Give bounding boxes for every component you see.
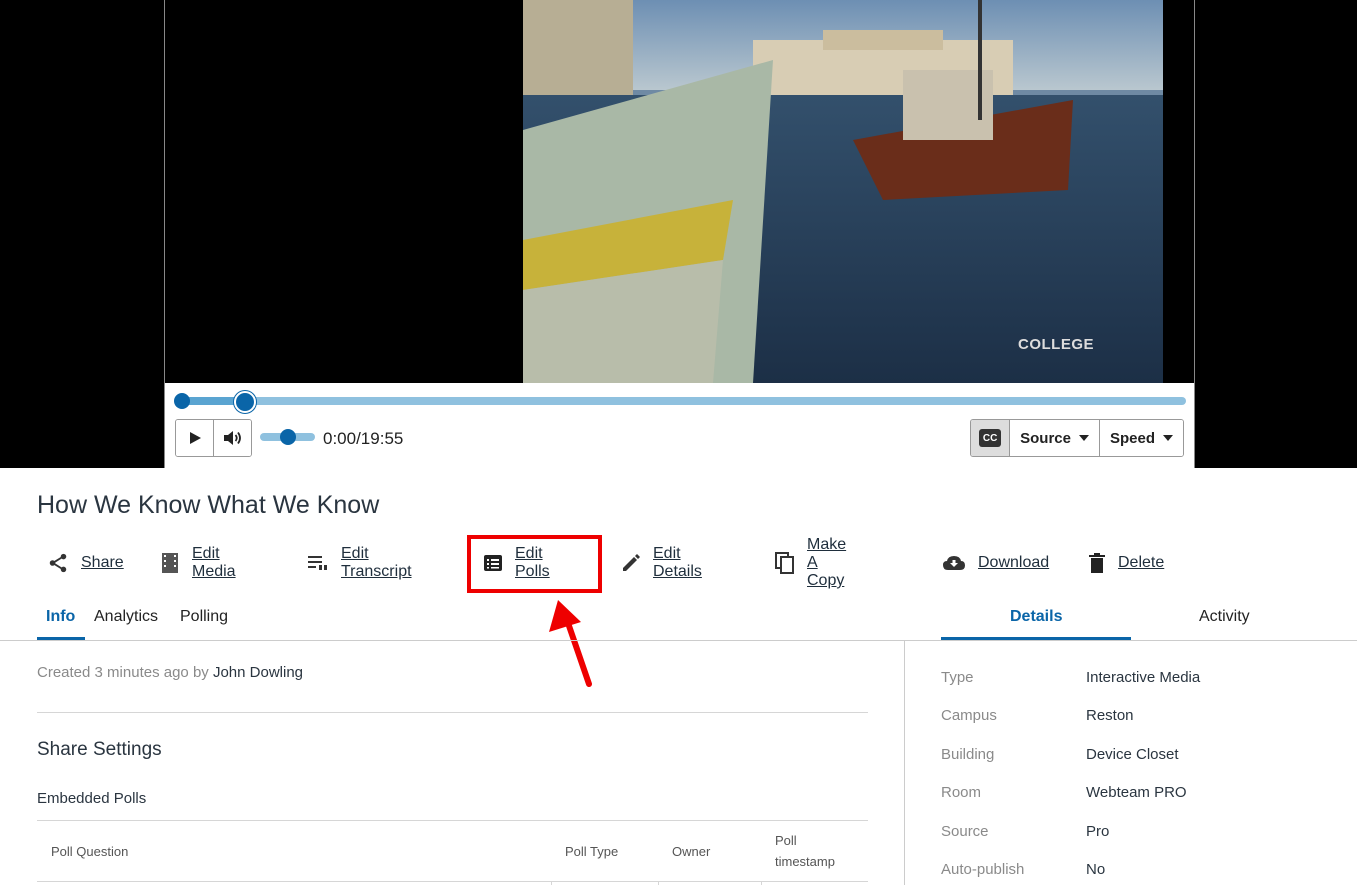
- video-stage: COLLEGE 0:00/19:55 CC Source Speed: [0, 0, 1357, 468]
- embedded-polls-heading: Embedded Polls: [37, 790, 147, 807]
- volume-knob[interactable]: [279, 429, 296, 445]
- created-time: 3 minutes ago: [94, 664, 189, 681]
- time-display: 0:00/19:55: [323, 429, 404, 448]
- info-tab-indicator: [37, 637, 85, 640]
- detail-label: Auto-publish: [941, 861, 1025, 878]
- highlight-box: [467, 535, 602, 593]
- play-button[interactable]: [176, 420, 214, 456]
- progress-knob[interactable]: [234, 391, 257, 413]
- share-label: Share: [81, 554, 124, 571]
- delete-label: Delete: [1118, 554, 1165, 571]
- divider: [37, 712, 868, 713]
- detail-value: Pro: [1086, 823, 1110, 840]
- edit-media-button[interactable]: Edit Media: [160, 545, 236, 580]
- make-copy-label: Make A Copy: [807, 536, 847, 589]
- edit-details-button[interactable]: Edit Details: [621, 545, 702, 580]
- column-poll-question[interactable]: Poll Question: [51, 841, 128, 862]
- author-name[interactable]: John Dowling: [213, 664, 303, 681]
- detail-value: No: [1086, 861, 1106, 878]
- player-controls: 0:00/19:55 CC Source Speed: [165, 383, 1194, 468]
- details-tab-indicator: [941, 637, 1131, 640]
- transcript-icon: [308, 556, 327, 570]
- detail-label: Room: [941, 784, 982, 801]
- tab-polling[interactable]: Polling: [180, 608, 228, 626]
- column-owner[interactable]: Owner: [672, 841, 710, 862]
- tab-analytics[interactable]: Analytics: [94, 608, 158, 626]
- copy-icon: [775, 552, 794, 574]
- created-by: by: [192, 664, 209, 681]
- caret-down-icon: [1163, 435, 1173, 441]
- detail-label: Campus: [941, 707, 997, 724]
- tab-details[interactable]: Details: [1010, 608, 1062, 626]
- download-button[interactable]: Download: [942, 546, 1049, 580]
- college-logo: COLLEGE: [1018, 336, 1095, 353]
- edit-transcript-button[interactable]: Edit Transcript: [307, 545, 412, 580]
- volume-icon: [223, 431, 241, 445]
- divider: [37, 820, 868, 821]
- source-dropdown[interactable]: Source: [1010, 420, 1100, 456]
- share-button[interactable]: Share: [47, 546, 124, 580]
- cc-icon: CC: [979, 429, 1002, 447]
- tab-activity[interactable]: Activity: [1199, 608, 1250, 626]
- mute-button[interactable]: [214, 420, 251, 456]
- created-info: Created 3 minutes ago by John Dowling: [37, 664, 303, 681]
- tab-bar: Info Analytics Polling Details Activity: [0, 600, 1357, 641]
- play-icon: [189, 432, 201, 444]
- tab-info[interactable]: Info: [46, 608, 75, 626]
- video-player: COLLEGE 0:00/19:55 CC Source Speed: [164, 0, 1195, 468]
- caret-down-icon: [1078, 435, 1089, 441]
- detail-label: Source: [941, 823, 989, 840]
- film-icon: [162, 553, 178, 573]
- player-options: CC Source Speed: [970, 419, 1184, 457]
- captions-button[interactable]: CC: [971, 420, 1011, 456]
- playback-buttons: [175, 419, 252, 457]
- video-image: [523, 0, 1163, 383]
- detail-label: Type: [941, 669, 974, 686]
- progress-track[interactable]: [174, 391, 1186, 413]
- table-header-divider: [37, 881, 868, 882]
- speed-dropdown[interactable]: Speed: [1099, 420, 1183, 456]
- trash-icon: [1089, 553, 1105, 573]
- edit-media-label: Edit Media: [192, 545, 236, 580]
- speed-label: Speed: [1109, 429, 1155, 447]
- detail-value: Reston: [1086, 707, 1134, 724]
- detail-label: Building: [941, 746, 995, 763]
- progress-start-knob[interactable]: [174, 393, 190, 409]
- pane-divider: [904, 640, 905, 885]
- make-copy-button[interactable]: Make A Copy: [775, 536, 846, 589]
- created-prefix: Created: [37, 664, 91, 681]
- video-frame[interactable]: [523, 0, 1163, 383]
- detail-value: Interactive Media: [1086, 669, 1201, 686]
- volume-slider[interactable]: [260, 429, 315, 445]
- column-poll-timestamp[interactable]: Poll timestamp: [775, 830, 855, 872]
- detail-value: Device Closet: [1086, 746, 1179, 763]
- share-icon: [49, 553, 67, 573]
- download-label: Download: [978, 554, 1050, 571]
- column-poll-type[interactable]: Poll Type: [565, 841, 618, 862]
- source-label: Source: [1020, 429, 1071, 447]
- edit-transcript-label: Edit Transcript: [341, 545, 412, 580]
- delete-button[interactable]: Delete: [1088, 546, 1164, 580]
- detail-value: Webteam PRO: [1086, 784, 1187, 801]
- pencil-icon: [623, 554, 640, 571]
- edit-details-label: Edit Details: [653, 545, 702, 580]
- share-settings-heading: Share Settings: [37, 739, 162, 760]
- cloud-download-icon: [943, 556, 965, 570]
- media-title: How We Know What We Know: [37, 491, 380, 519]
